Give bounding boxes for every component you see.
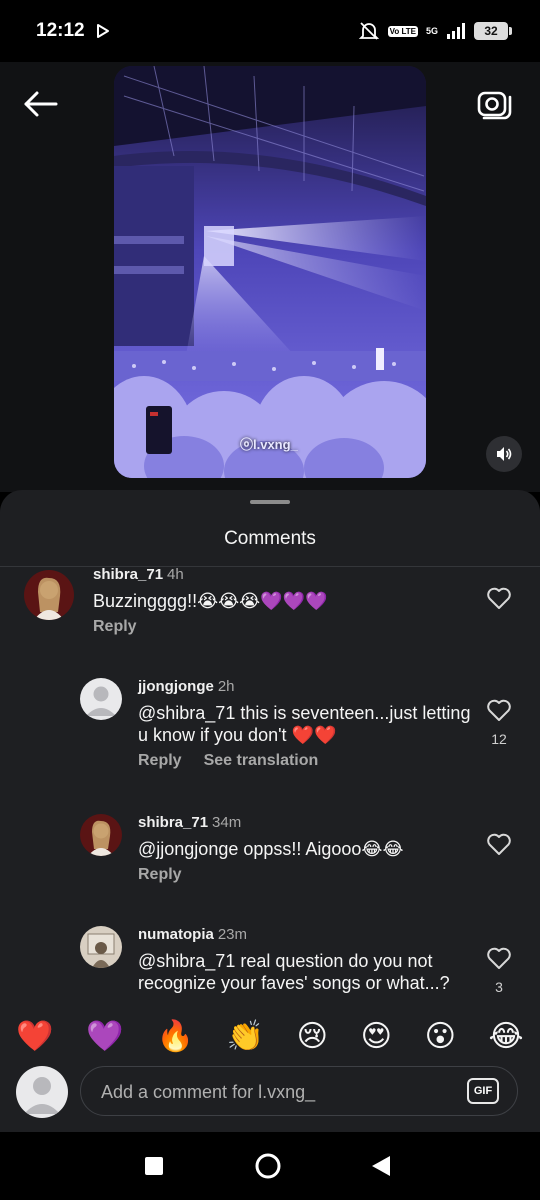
back-nav-button[interactable] — [370, 1154, 392, 1183]
comment-actions: Reply — [93, 618, 473, 636]
comment-input-box[interactable]: GIF — [80, 1066, 518, 1116]
like-button[interactable]: 3 — [484, 946, 514, 995]
comment-text: @shibra_71 real question do you not reco… — [138, 951, 450, 993]
status-icons: Vo LTE 5G 32 — [358, 20, 512, 42]
video-watermark: ⓞl.vxng_ — [240, 437, 298, 452]
triangle-back-icon — [372, 1156, 390, 1176]
heart-icon — [487, 699, 511, 721]
reply-button[interactable]: Reply — [138, 752, 182, 769]
camera-button[interactable] — [474, 84, 514, 124]
reaction-laughing[interactable]: 😂 — [489, 1019, 524, 1054]
like-button[interactable]: 12 — [484, 698, 514, 747]
gif-button[interactable]: GIF — [467, 1078, 499, 1104]
user-photo-icon — [80, 926, 122, 968]
comment-composer: GIF — [0, 1064, 540, 1132]
comment-text: @shibra_71 this is seventeen...just lett… — [138, 703, 471, 745]
comment-actions: Reply See translation — [138, 752, 478, 770]
comment-username[interactable]: shibra_71 — [93, 566, 163, 583]
comment-username[interactable]: numatopia — [138, 926, 214, 943]
quick-reactions: ❤️ 💜 🔥 👏 😢 😍 😮 😂 — [0, 1008, 540, 1064]
comment-input[interactable] — [99, 1079, 443, 1105]
comment-time: 2h — [217, 678, 235, 695]
video-thumbnail[interactable] — [114, 66, 426, 478]
reaction-crying[interactable]: 😢 — [297, 1019, 328, 1054]
comment-time: 4h — [167, 566, 184, 583]
user-photo-icon — [24, 570, 74, 620]
comment-text: @jjongjonge oppss!! Aigooo😂😂 — [138, 839, 404, 859]
like-button[interactable] — [484, 832, 514, 861]
see-translation-button[interactable]: See translation — [204, 752, 319, 769]
heart-icon — [487, 587, 511, 609]
comment-text: Buzzingggg!!😭😭😭💜💜💜 — [93, 591, 328, 611]
like-count: 3 — [495, 979, 503, 995]
comment: shibra_71 34m @jjongjonge oppss!! Aigooo😂… — [138, 814, 478, 884]
heart-icon — [487, 833, 511, 855]
comment-username[interactable]: jjongjonge — [138, 678, 214, 695]
network-type: 5G — [425, 26, 438, 36]
avatar[interactable] — [80, 814, 122, 856]
reaction-purple-heart[interactable]: 💜 — [86, 1019, 123, 1054]
comment: numatopia 23m @shibra_71 real question do… — [138, 926, 478, 994]
signal-icon — [447, 23, 465, 39]
comment-username[interactable]: shibra_71 — [138, 814, 208, 831]
my-avatar — [16, 1066, 68, 1118]
comment-time: 23m — [217, 926, 248, 943]
reaction-heart-eyes[interactable]: 😍 — [361, 1019, 392, 1054]
status-time: 12:12 — [36, 20, 85, 41]
avatar[interactable] — [24, 570, 74, 620]
circle-icon — [255, 1153, 281, 1179]
volte-badge: Vo LTE — [387, 25, 418, 37]
reaction-clap[interactable]: 👏 — [227, 1019, 264, 1054]
sheet-title: Comments — [224, 528, 316, 549]
play-store-icon — [97, 24, 109, 38]
like-button[interactable] — [484, 586, 514, 615]
back-arrow-icon — [24, 91, 58, 117]
recents-button[interactable] — [144, 1156, 164, 1181]
comment: shibra_71 4h Buzzingggg!!😭😭😭💜💜💜 Reply — [93, 566, 473, 636]
navigation-bar — [0, 1132, 540, 1200]
avatar[interactable] — [80, 926, 122, 968]
square-icon — [145, 1157, 163, 1175]
home-button[interactable] — [254, 1152, 282, 1185]
comment-time: 34m — [212, 814, 242, 831]
reaction-red-heart[interactable]: ❤️ — [16, 1019, 53, 1054]
default-avatar-icon — [24, 1077, 60, 1114]
reaction-fire[interactable]: 🔥 — [156, 1019, 193, 1054]
reply-button[interactable]: Reply — [93, 618, 137, 635]
drag-handle[interactable] — [250, 500, 290, 504]
user-photo-icon — [80, 814, 122, 856]
mute-bell-icon — [358, 22, 379, 40]
sound-toggle-button[interactable] — [486, 436, 522, 472]
concert-video-image — [114, 66, 426, 478]
reply-button[interactable]: Reply — [138, 866, 182, 883]
reaction-surprised[interactable]: 😮 — [425, 1019, 456, 1054]
battery-indicator: 32 — [474, 22, 512, 40]
camera-icon — [477, 91, 512, 120]
heart-icon — [487, 947, 511, 969]
speaker-icon — [497, 447, 512, 461]
comment-actions: Reply — [138, 866, 478, 884]
like-count: 12 — [491, 731, 507, 747]
default-avatar-icon — [86, 686, 116, 716]
avatar[interactable] — [80, 678, 122, 720]
comment: jjongjonge 2h @shibra_71 this is seventee… — [138, 678, 478, 770]
status-bar: 12:12 Vo LTE 5G 32 — [0, 0, 540, 62]
back-button[interactable] — [20, 84, 60, 124]
